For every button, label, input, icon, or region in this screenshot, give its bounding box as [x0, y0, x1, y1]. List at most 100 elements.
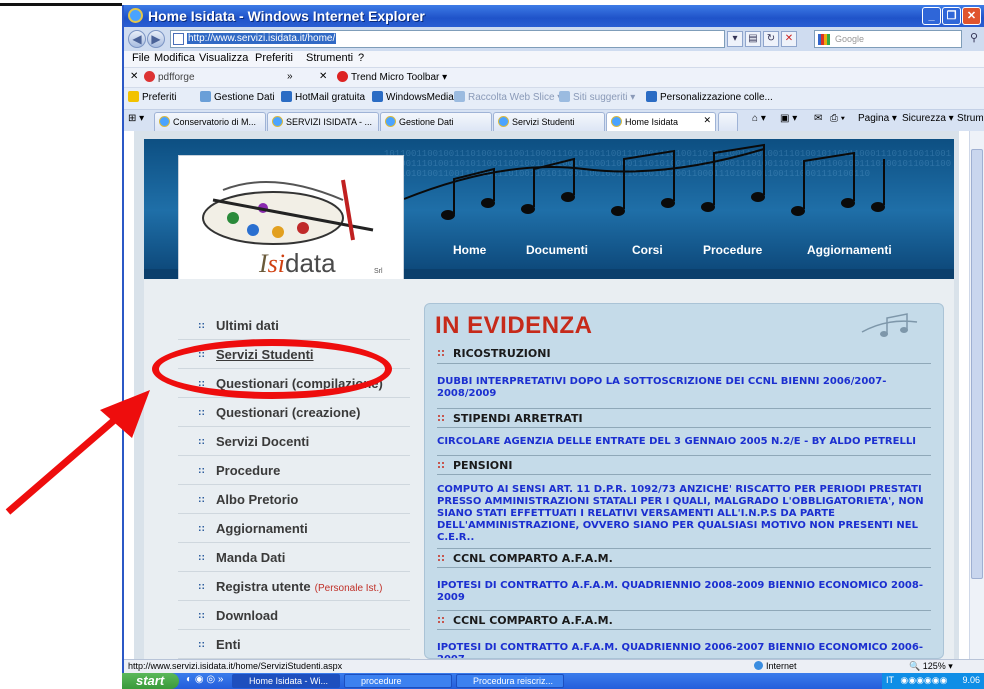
- compatibility-icon[interactable]: ▤: [745, 31, 761, 47]
- close-toolbar-icon[interactable]: ✕: [130, 71, 138, 82]
- language-indicator[interactable]: IT: [886, 675, 894, 685]
- strumenti-menu[interactable]: Strumenti: [957, 113, 983, 124]
- new-tab-button[interactable]: [718, 112, 738, 131]
- status-bar: http://www.servizi.isidata.it/home/Servi…: [124, 659, 984, 673]
- home-icon[interactable]: ⌂ ▾: [752, 113, 766, 124]
- nav-documenti[interactable]: Documenti: [526, 243, 588, 257]
- sicurezza-menu[interactable]: Sicurezza ▾: [902, 113, 954, 124]
- heading-text: STIPENDI ARRETRATI: [453, 412, 583, 425]
- sidebar-item-servizi-docenti[interactable]: Servizi Docenti: [178, 427, 410, 456]
- tab-servizi-isidata[interactable]: SERVIZI ISIDATA - ...: [267, 112, 379, 131]
- evidenza-link[interactable]: CIRCOLARE AGENZIA DELLE ENTRATE DEL 3 GE…: [437, 436, 937, 448]
- maximize-button[interactable]: ❐: [942, 7, 961, 25]
- tray-icons[interactable]: ◉◉◉◉◉◉: [900, 675, 947, 685]
- minimize-button[interactable]: _: [922, 7, 941, 25]
- in-evidenza-panel: IN EVIDENZA RICOSTRUZIONI DUBBI INTERPRE…: [424, 303, 944, 659]
- print-icon[interactable]: ⎙ ▾: [830, 113, 845, 124]
- sidebar-item-download[interactable]: Download: [178, 601, 410, 630]
- nav-aggiornamenti[interactable]: Aggiornamenti: [807, 243, 892, 257]
- logo-letter: I: [259, 249, 268, 278]
- preferiti-button[interactable]: Preferiti: [128, 91, 176, 103]
- quick-launch-icons[interactable]: ◐ ◉ ◎ »: [186, 674, 223, 685]
- status-url: http://www.servizi.isidata.it/home/Servi…: [128, 661, 343, 671]
- menu-visualizza[interactable]: Visualizza: [199, 52, 248, 64]
- security-zone: Internet: [754, 661, 797, 671]
- clock[interactable]: 9.06: [962, 675, 980, 685]
- menu-help[interactable]: ?: [358, 52, 364, 64]
- favorite-personalizzazione[interactable]: Personalizzazione colle...: [646, 91, 773, 103]
- sidebar-item-label: Albo Pretorio: [216, 492, 299, 507]
- ie-tab-icon: [159, 116, 170, 127]
- menu-strumenti[interactable]: Strumenti: [306, 52, 353, 64]
- search-input[interactable]: Google: [814, 30, 962, 48]
- menu-file[interactable]: File: [132, 52, 150, 64]
- search-icon[interactable]: ⚲: [966, 31, 982, 47]
- chevron-more-icon[interactable]: »: [287, 71, 293, 82]
- tab-servizi-studenti[interactable]: Servizi Studenti: [493, 112, 605, 131]
- stop-icon[interactable]: ✕: [781, 31, 797, 47]
- sidebar-item-enti[interactable]: Enti: [178, 630, 410, 659]
- close-trend-icon[interactable]: ✕: [319, 71, 327, 82]
- trend-micro-button[interactable]: Trend Micro Toolbar ▾: [337, 71, 447, 83]
- msn-icon: [372, 91, 383, 102]
- quick-tabs-icon[interactable]: ⊞ ▾: [128, 113, 144, 124]
- evidenza-link[interactable]: IPOTESI DI CONTRATTO A.F.A.M. QUADRIENNI…: [437, 642, 937, 658]
- back-button[interactable]: ◀: [128, 30, 146, 48]
- nav-procedure[interactable]: Procedure: [703, 243, 762, 257]
- sidebar-item-label: Registra utente (Personale Ist.): [216, 579, 382, 594]
- heading-text: CCNL COMPARTO A.F.A.M.: [453, 552, 613, 565]
- heading-text: PENSIONI: [453, 459, 513, 472]
- evidenza-link[interactable]: IPOTESI DI CONTRATTO A.F.A.M. QUADRIENNI…: [437, 580, 937, 604]
- favorite-web-slice[interactable]: Raccolta Web Slice ▾: [454, 91, 562, 103]
- trend-micro-label: Trend Micro Toolbar: [351, 72, 440, 83]
- feeds-icon[interactable]: ▣ ▾: [780, 113, 797, 124]
- forward-button[interactable]: ▶: [147, 30, 165, 48]
- nav-corsi[interactable]: Corsi: [632, 243, 663, 257]
- mail-icon[interactable]: ✉: [814, 113, 822, 124]
- system-tray: IT ◉◉◉◉◉◉ 9.06: [882, 673, 984, 689]
- pagina-menu[interactable]: Pagina ▾: [858, 113, 897, 124]
- task-home-isidata[interactable]: Home Isidata - Wi...: [232, 674, 340, 688]
- close-button[interactable]: ✕: [962, 7, 981, 25]
- favorite-label: Siti suggeriti: [573, 92, 628, 103]
- sidebar-item-registra-utente[interactable]: Registra utente (Personale Ist.): [178, 572, 410, 601]
- vertical-scrollbar[interactable]: [969, 131, 984, 659]
- tab-label: Gestione Dati: [399, 117, 454, 127]
- scrollbar-thumb[interactable]: [971, 149, 983, 579]
- sidebar-item-procedure[interactable]: Procedure: [178, 456, 410, 485]
- sidebar-item-albo-pretorio[interactable]: Albo Pretorio: [178, 485, 410, 514]
- isidata-logo[interactable]: Isidata Srl: [178, 155, 404, 293]
- task-procedura-reiscriz[interactable]: Procedura reiscriz...: [456, 674, 564, 688]
- favorite-hotmail[interactable]: HotMail gratuita: [281, 91, 365, 103]
- sidebar-item-manda-dati[interactable]: Manda Dati: [178, 543, 410, 572]
- url-input[interactable]: http://www.servizi.isidata.it/home/: [170, 30, 725, 48]
- start-button[interactable]: start: [122, 673, 179, 689]
- zone-label: Internet: [766, 661, 797, 671]
- registra-label: Registra utente: [216, 579, 311, 594]
- favorite-siti-suggeriti[interactable]: Siti suggeriti ▾: [559, 91, 635, 103]
- close-tab-icon[interactable]: ✕: [703, 115, 711, 126]
- favorite-windowsmedia[interactable]: WindowsMedia: [372, 91, 454, 103]
- tab-gestione-dati[interactable]: Gestione Dati: [380, 112, 492, 131]
- window-title: Home Isidata - Windows Internet Explorer: [148, 8, 425, 24]
- red-bullet-icon: [437, 414, 445, 422]
- menu-modifica[interactable]: Modifica: [154, 52, 195, 64]
- pdfforge-button[interactable]: pdfforge: [144, 71, 195, 83]
- refresh-icon[interactable]: ↻: [763, 31, 779, 47]
- nav-home[interactable]: Home: [453, 243, 486, 257]
- sidebar-item-questionari-creazione[interactable]: Questionari (creazione): [178, 398, 410, 427]
- zoom-level[interactable]: 🔍 125% ▾: [909, 661, 953, 672]
- tab-home-isidata[interactable]: Home Isidata ✕: [606, 112, 716, 131]
- tab-conservatorio[interactable]: Conservatorio di M...: [154, 112, 266, 131]
- dropdown-arrow-icon[interactable]: ▾: [727, 31, 743, 47]
- music-notes-graphic: [403, 143, 885, 220]
- evidenza-link[interactable]: COMPUTO AI SENSI ART. 11 D.P.R. 1092/73 …: [437, 484, 937, 544]
- sidebar-item-aggiornamenti[interactable]: Aggiornamenti: [178, 514, 410, 543]
- menu-preferiti[interactable]: Preferiti: [255, 52, 293, 64]
- evidenza-link[interactable]: DUBBI INTERPRETATIVI DOPO LA SOTTOSCRIZI…: [437, 376, 937, 400]
- task-procedure[interactable]: procedure: [344, 674, 452, 688]
- favorite-gestione-dati[interactable]: Gestione Dati: [200, 91, 275, 103]
- sidebar-item-ultimi-dati[interactable]: Ultimi dati: [178, 311, 410, 340]
- start-label: start: [136, 673, 165, 688]
- favorite-label: Raccolta Web Slice: [468, 92, 555, 103]
